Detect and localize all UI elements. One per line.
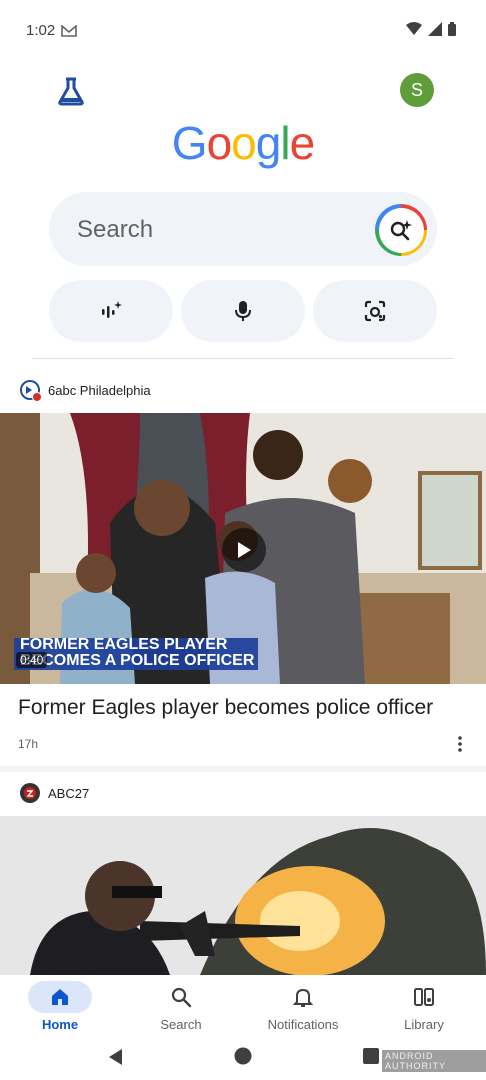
article-video-thumbnail[interactable]: FORMER EAGLES PLAYER BECOMES A POLICE OF… — [0, 413, 486, 684]
logo-letter: g — [255, 117, 282, 169]
nav-library[interactable]: Library — [364, 975, 484, 1039]
voice-search-button[interactable] — [181, 280, 305, 342]
system-navigation-bar: ANDROID AUTHORITY — [0, 1040, 486, 1080]
microphone-icon — [235, 301, 251, 321]
nav-label: Search — [160, 1017, 202, 1032]
recents-icon[interactable] — [363, 1048, 379, 1064]
banner-line-1: FORMER EAGLES PLAYER — [20, 636, 228, 653]
gmail-icon — [61, 24, 78, 37]
signal-icon — [428, 22, 442, 36]
sound-sparkle-icon — [102, 301, 122, 318]
song-search-button[interactable] — [49, 280, 173, 342]
source-name: ABC27 — [48, 785, 90, 801]
nav-label: Library — [404, 1017, 444, 1032]
6abc-logo-icon — [20, 380, 42, 402]
battery-icon — [448, 22, 456, 36]
article-source[interactable]: 6abc Philadelphia — [20, 380, 151, 402]
back-icon[interactable] — [107, 1048, 123, 1066]
bell-icon — [293, 988, 313, 1007]
banner-line-2: BECOMES A POLICE OFFICER — [20, 652, 255, 669]
logo-letter: o — [231, 117, 257, 169]
article-image[interactable] — [0, 816, 486, 975]
home-icon — [52, 989, 68, 1005]
nav-label: Notifications — [267, 1017, 339, 1032]
article-title[interactable]: Former Eagles player becomes police offi… — [18, 696, 433, 720]
library-icon — [414, 988, 434, 1006]
nav-label: Home — [41, 1017, 79, 1032]
article-age: 17h — [18, 737, 39, 751]
status-time: 1:02 — [26, 22, 56, 39]
play-icon — [238, 542, 251, 558]
home-circle-icon[interactable] — [234, 1047, 252, 1065]
play-button[interactable] — [222, 528, 266, 572]
more-options-icon[interactable] — [454, 734, 466, 754]
abc27-logo-icon — [20, 783, 40, 803]
search-placeholder: Search — [77, 216, 154, 243]
nav-search[interactable]: Search — [121, 975, 241, 1039]
ai-mode-button[interactable] — [375, 204, 427, 256]
divider — [32, 358, 454, 359]
logo-letter: o — [206, 117, 233, 169]
status-bar: 1:02 — [0, 0, 486, 60]
logo-letter: G — [171, 117, 208, 169]
camera-lens-icon — [364, 300, 386, 322]
logo-letter: l — [280, 117, 290, 169]
bottom-navigation: Home Search Notifications Library — [0, 975, 486, 1039]
watermark: ANDROID AUTHORITY — [382, 1050, 486, 1072]
nav-notifications[interactable]: Notifications — [243, 975, 363, 1039]
google-logo: Google — [0, 116, 486, 170]
card-separator — [0, 766, 486, 772]
video-duration: 0:40 — [16, 652, 48, 668]
avatar[interactable]: S — [400, 73, 434, 107]
logo-letter: e — [289, 117, 316, 169]
avatar-letter: S — [410, 79, 423, 100]
article-source[interactable]: ABC27 — [20, 783, 89, 803]
source-name: 6abc Philadelphia — [48, 382, 151, 398]
search-bar[interactable]: Search — [49, 192, 437, 266]
thumbnail-image — [0, 816, 486, 975]
sparkle-search-icon — [390, 220, 412, 241]
wifi-icon — [406, 22, 422, 35]
search-icon — [171, 987, 192, 1008]
labs-flask-icon[interactable] — [56, 76, 86, 106]
lens-button[interactable] — [313, 280, 437, 342]
nav-home[interactable]: Home — [0, 975, 120, 1039]
